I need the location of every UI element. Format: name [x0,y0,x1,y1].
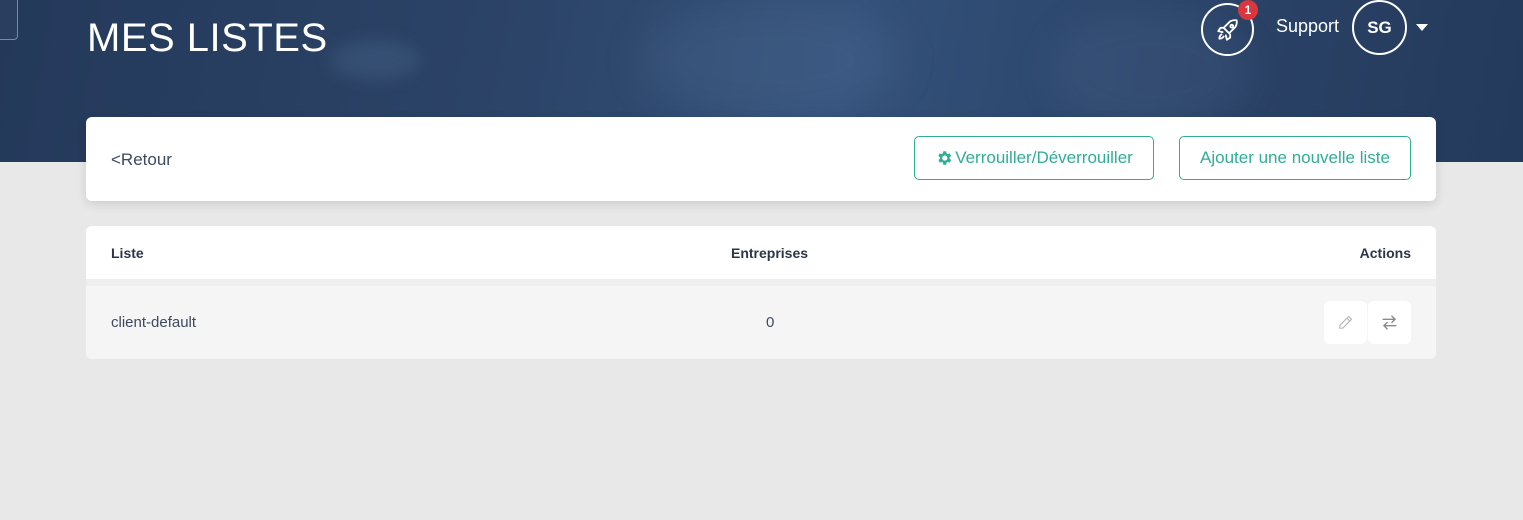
back-link[interactable]: <Retour [111,150,172,170]
lists-table: Liste Entreprises Actions client-default… [86,226,1436,359]
pencil-icon [1339,315,1353,329]
sidebar-toggle[interactable] [0,0,18,40]
column-header-actions: Actions [1359,245,1411,261]
column-header-list: Liste [111,245,144,261]
list-name-cell: client-default [111,314,197,331]
header-divider [86,279,1436,286]
table-row: client-default 0 [86,286,1436,359]
user-avatar[interactable]: SG [1352,0,1407,55]
edit-button[interactable] [1324,301,1367,344]
page-title: MES LISTES [87,16,328,60]
gear-icon [938,151,952,165]
transfer-button[interactable] [1368,301,1411,344]
chevron-down-icon[interactable] [1416,24,1428,31]
transfer-icon [1382,315,1397,330]
support-label: Support [1276,16,1340,36]
toolbar-card: <Retour Verrouiller/Déverrouiller Ajoute… [86,117,1436,201]
lock-unlock-label: Verrouiller/Déverrouiller [955,148,1133,167]
table-header: Liste Entreprises Actions [86,226,1436,279]
companies-count-cell: 0 [766,314,775,331]
column-header-companies: Entreprises [731,245,809,261]
rocket-icon [1216,18,1238,41]
lock-unlock-button[interactable]: Verrouiller/Déverrouiller [914,136,1154,180]
add-list-button[interactable]: Ajouter une nouvelle liste [1179,136,1411,180]
notification-badge: 1 [1238,0,1258,20]
add-list-label: Ajouter une nouvelle liste [1200,148,1390,167]
